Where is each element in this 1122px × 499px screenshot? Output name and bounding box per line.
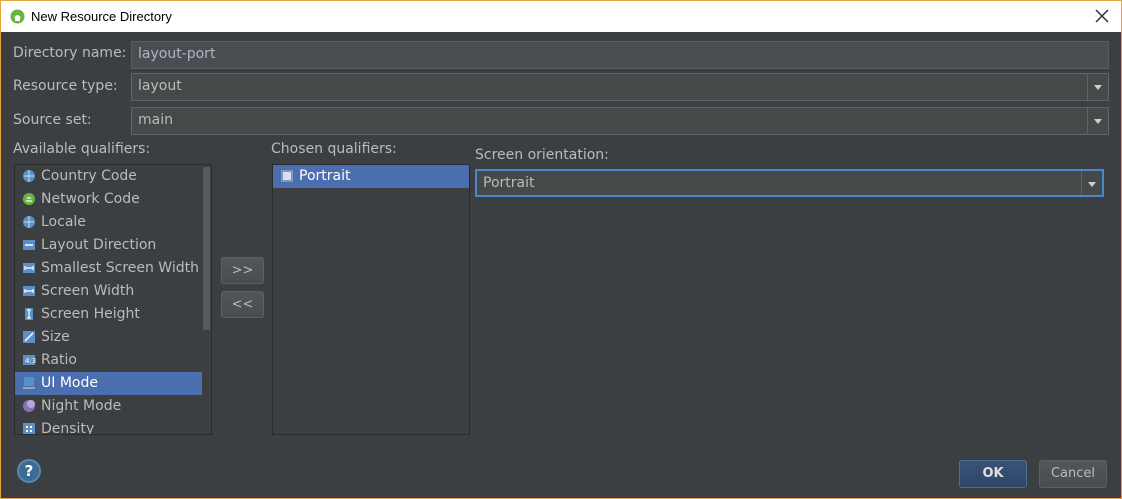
available-qualifier-item-label: Locale <box>41 214 86 230</box>
chosen-qualifiers-list[interactable]: Portrait <box>272 164 470 435</box>
available-qualifiers-list[interactable]: Country Code Network Code Locale Layout Dir… <box>14 164 212 435</box>
available-qualifier-item-label: Screen Height <box>41 306 140 322</box>
add-qualifier-button[interactable]: >> <box>221 257 264 284</box>
screen-width-icon <box>23 263 35 273</box>
available-qualifier-item-label: Night Mode <box>41 398 122 414</box>
window-title: New Resource Directory <box>31 9 172 24</box>
resource-type-dropdown[interactable]: layout <box>131 73 1109 101</box>
available-qualifier-item[interactable]: Screen Height <box>15 303 211 326</box>
available-qualifier-item[interactable]: Smallest Screen Width <box>15 257 211 280</box>
svg-text:4:3: 4:3 <box>25 357 36 365</box>
android-studio-icon <box>10 9 25 24</box>
help-icon[interactable]: ? <box>17 459 41 483</box>
available-qualifier-item[interactable]: Network Code <box>15 188 211 211</box>
available-qualifier-item-label: Screen Width <box>41 283 135 299</box>
resource-type-value: layout <box>138 78 182 94</box>
chosen-qualifier-item-label: Portrait <box>299 168 351 184</box>
scrollbar[interactable] <box>202 165 211 434</box>
ratio-icon: 4:3 <box>23 355 36 365</box>
available-qualifier-item-label: Smallest Screen Width <box>41 260 199 276</box>
layout-direction-icon <box>23 240 35 250</box>
available-qualifier-item-label: Country Code <box>41 168 137 184</box>
chosen-qualifier-item[interactable]: Portrait <box>273 165 469 188</box>
available-qualifier-item[interactable]: Size <box>15 326 211 349</box>
ok-button[interactable]: OK <box>959 460 1027 488</box>
remove-qualifier-button[interactable]: << <box>221 291 264 318</box>
directory-name-label: Directory name: <box>13 45 127 61</box>
scrollbar-thumb[interactable] <box>203 167 210 330</box>
available-qualifier-item[interactable]: Locale <box>15 211 211 234</box>
chevron-down-icon[interactable] <box>1087 74 1108 100</box>
source-set-dropdown[interactable]: main <box>131 107 1109 135</box>
globe-icon <box>23 216 35 228</box>
chosen-qualifiers-label: Chosen qualifiers: <box>271 141 397 157</box>
available-qualifier-item-label: Network Code <box>41 191 140 207</box>
directory-name-field[interactable]: layout-port <box>131 41 1109 69</box>
close-icon[interactable] <box>1091 5 1113 27</box>
available-qualifier-item-label: Density <box>41 421 95 435</box>
available-qualifier-item[interactable]: UI Mode <box>15 372 211 395</box>
network-icon <box>23 193 35 205</box>
screen-height-icon <box>25 308 33 320</box>
available-qualifier-item-label: Size <box>41 329 70 345</box>
size-icon <box>23 331 35 343</box>
available-qualifier-item[interactable]: Layout Direction <box>15 234 211 257</box>
available-qualifier-item-label: Ratio <box>41 352 77 368</box>
cancel-button[interactable]: Cancel <box>1039 460 1107 488</box>
source-set-label: Source set: <box>13 112 92 128</box>
ui-mode-icon <box>23 377 35 389</box>
chevron-down-icon[interactable] <box>1081 171 1102 195</box>
screen-width-icon <box>23 286 35 296</box>
screen-orientation-dropdown[interactable]: Portrait <box>475 169 1104 197</box>
available-qualifier-item[interactable]: 4:3 Ratio <box>15 349 211 372</box>
chevron-down-icon[interactable] <box>1087 108 1108 134</box>
available-qualifier-item[interactable]: Country Code <box>15 165 211 188</box>
portrait-icon <box>281 170 293 182</box>
available-qualifiers-label: Available qualifiers: <box>13 141 151 157</box>
available-qualifier-item[interactable]: Density <box>15 418 211 435</box>
title-bar: New Resource Directory <box>1 1 1121 32</box>
available-qualifier-item-label: Layout Direction <box>41 237 157 253</box>
available-qualifier-item[interactable]: Night Mode <box>15 395 211 418</box>
available-qualifier-item[interactable]: Screen Width <box>15 280 211 303</box>
available-qualifier-item-label: UI Mode <box>41 375 98 391</box>
night-mode-icon <box>23 400 35 412</box>
source-set-value: main <box>138 112 173 128</box>
screen-orientation-label: Screen orientation: <box>475 147 609 163</box>
screen-orientation-value: Portrait <box>483 175 535 191</box>
resource-type-label: Resource type: <box>13 78 118 94</box>
globe-icon <box>23 170 35 182</box>
new-resource-directory-dialog: New Resource Directory Directory name: l… <box>0 0 1122 499</box>
density-icon <box>23 423 35 434</box>
